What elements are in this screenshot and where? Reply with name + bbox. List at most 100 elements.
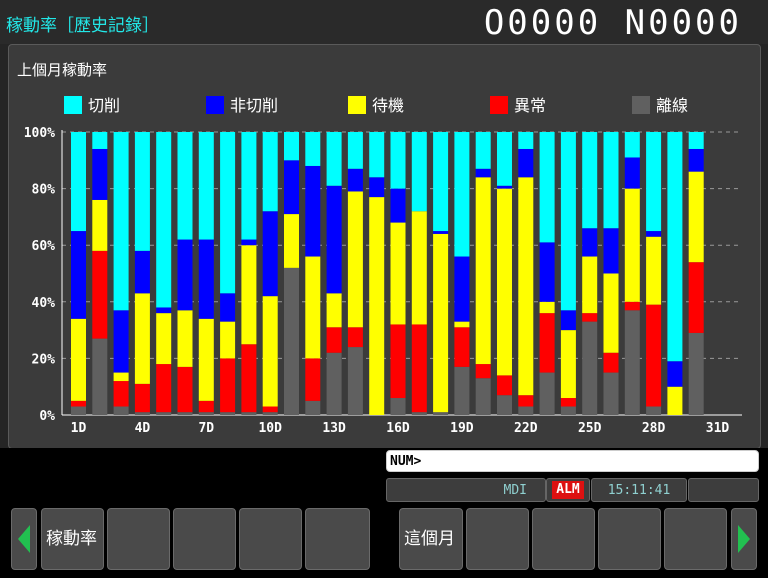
clock-display: 15:11:41	[591, 478, 687, 502]
bar-segment	[582, 313, 598, 322]
softkey-4[interactable]	[239, 508, 302, 570]
bar-segment	[156, 307, 172, 314]
bar-segment	[220, 132, 236, 294]
bar-segment	[518, 148, 534, 178]
x-tick-label: 7D	[198, 421, 214, 436]
bar-segment	[92, 148, 108, 200]
bar-segment	[667, 386, 683, 415]
bar-segment	[646, 132, 662, 232]
bar-segment	[134, 132, 150, 251]
bar-segment	[667, 132, 683, 362]
bar-segment	[582, 256, 598, 314]
legend-label: 切削	[88, 96, 120, 115]
bar-segment	[433, 132, 449, 232]
bar-segment	[284, 214, 299, 268]
bar-segment	[347, 132, 363, 169]
status-spare	[688, 478, 759, 502]
bar-segment	[220, 412, 236, 415]
softkey-5[interactable]	[305, 508, 370, 570]
softkey-this-month[interactable]: 這個月	[399, 508, 463, 570]
arrow-right-icon	[738, 525, 750, 553]
bar-segment	[603, 228, 619, 274]
y-tick-label: 0%	[39, 409, 55, 424]
bar-segment	[624, 132, 640, 158]
bar-segment	[347, 327, 363, 348]
bar-segment	[113, 406, 129, 415]
bar-segment	[411, 132, 427, 212]
bar-segment	[624, 188, 640, 302]
bar-segment	[220, 321, 236, 359]
prev-page-button[interactable]	[11, 508, 37, 570]
bar-segment	[475, 168, 491, 178]
bar-segment	[475, 132, 491, 169]
bar-segment	[454, 256, 470, 322]
bar-segment	[156, 313, 172, 365]
bar-segment	[411, 211, 427, 325]
legend-swatch	[64, 96, 82, 114]
bar-segment	[497, 188, 512, 376]
bar-segment	[113, 310, 129, 373]
bar-segment	[603, 273, 619, 353]
bar-segment	[667, 361, 683, 387]
clock-time: 15:11:41	[607, 483, 671, 498]
y-tick-label: 100%	[24, 126, 55, 141]
softkey-utilization-label: 稼動率	[46, 529, 97, 549]
bar-segment	[326, 327, 342, 353]
bar-segment	[560, 132, 576, 311]
bar-segment	[497, 395, 512, 415]
bar-segment	[71, 318, 86, 401]
bar-segment	[92, 338, 108, 415]
bar-segment	[134, 383, 150, 413]
softkey-10[interactable]	[664, 508, 727, 570]
next-page-button[interactable]	[731, 508, 757, 570]
x-tick-label: 4D	[135, 421, 151, 436]
bar-segment	[262, 296, 278, 407]
bar-segment	[688, 171, 704, 263]
bar-segment	[624, 310, 640, 415]
bar-segment	[305, 400, 321, 415]
bar-segment	[241, 239, 257, 246]
utilization-chart: 切削 非切削 待機 異常 離線 0% 20% 40% 60% 80% 100% 1D 4D 7D 10D 13…	[24, 96, 742, 436]
bar-segment	[284, 160, 299, 215]
bar-segment	[646, 406, 662, 415]
bar-segment	[603, 372, 619, 415]
bar-segment	[454, 132, 470, 257]
bar-segment	[497, 185, 512, 189]
command-input[interactable]: NUM>	[386, 450, 759, 472]
bar-segment	[518, 177, 534, 396]
bar-segment	[92, 132, 108, 149]
bar-segment	[582, 132, 598, 229]
bar-segment	[390, 398, 406, 415]
bar-segment	[603, 132, 619, 229]
bar-segment	[518, 395, 534, 407]
y-tick-label: 60%	[32, 239, 56, 254]
softkey-7[interactable]	[466, 508, 529, 570]
bar-segment	[326, 132, 342, 186]
softkey-utilization[interactable]: 稼動率	[41, 508, 104, 570]
x-tick-label: 19D	[450, 421, 474, 436]
bar-segment	[539, 132, 555, 243]
softkey-9[interactable]	[598, 508, 661, 570]
bar-segment	[646, 304, 662, 407]
bar-segment	[411, 412, 427, 415]
bar-segment	[390, 188, 406, 223]
bar-segment	[646, 236, 662, 305]
bar-segment	[134, 293, 150, 384]
x-tick-label: 28D	[642, 421, 666, 436]
status-bar: MDI ALM 15:11:41	[386, 478, 759, 504]
bar-segment	[71, 406, 86, 415]
bar-segment	[433, 233, 449, 413]
bar-segment	[369, 132, 385, 178]
bar-segment	[305, 358, 321, 401]
softkey-3[interactable]	[173, 508, 236, 570]
softkey-8[interactable]	[532, 508, 595, 570]
bar-segment	[198, 239, 214, 319]
bar-segment	[475, 364, 491, 379]
bar-segment	[454, 321, 470, 328]
bar-segment	[262, 132, 278, 212]
bar-segment	[454, 366, 470, 415]
bar-segment	[411, 324, 427, 413]
bar-segment	[262, 211, 278, 297]
softkey-2[interactable]	[107, 508, 170, 570]
legend-label: 異常	[514, 96, 546, 115]
